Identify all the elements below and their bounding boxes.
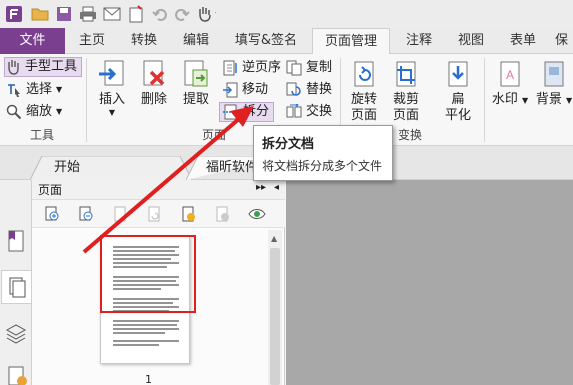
annotation-arrow	[82, 106, 254, 254]
tooltip-title: 拆分文档	[262, 137, 315, 152]
tooltip-description: 将文档拆分成多个文件	[262, 159, 383, 173]
split-tooltip: 拆分文档 将文档拆分成多个文件	[253, 125, 393, 181]
